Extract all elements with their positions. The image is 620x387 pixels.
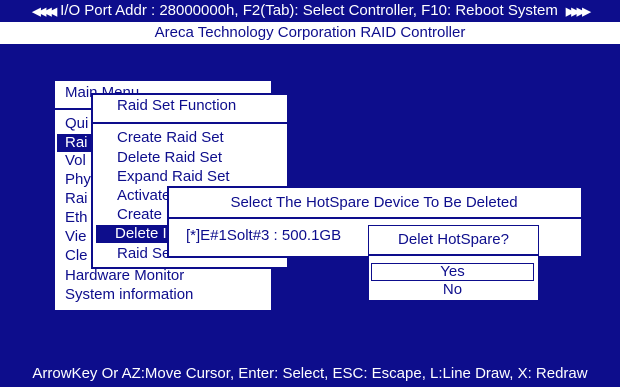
status-bar: ArrowKey Or AZ:Move Cursor, Enter: Selec… — [32, 365, 588, 382]
raid-set-function-divider — [93, 122, 287, 124]
menu-item-volume[interactable]: Vol — [65, 152, 86, 170]
raid-set-function-title: Raid Set Function — [117, 97, 237, 114]
menu-item-quick[interactable]: Qui — [65, 115, 88, 133]
header-bar: ◀◀◀◀ I/O Port Addr : 28000000h, F2(Tab): … — [0, 0, 620, 22]
function-delete-raid-set[interactable]: Delete Raid Set — [117, 149, 222, 167]
function-create-hotspare[interactable]: Create — [117, 206, 162, 224]
controller-title: Areca Technology Corporation RAID Contro… — [154, 24, 466, 41]
hotspare-dialog-title: Select The HotSpare Device To Be Deleted — [230, 194, 518, 211]
right-arrows-icon: ▶▶▶▶ — [565, 6, 591, 18]
confirm-dialog-title: Delet HotSpare? — [398, 231, 509, 248]
hotspare-device-label: [*]E#1Solt#3 : 500.1GB — [186, 227, 342, 244]
no-button[interactable]: No — [371, 282, 534, 297]
menu-item-view[interactable]: Vie — [65, 228, 86, 246]
menu-item-ethernet[interactable]: Eth — [65, 209, 88, 227]
confirm-dialog-divider — [369, 254, 538, 256]
menu-item-raid-system[interactable]: Rai — [65, 190, 88, 208]
yes-button[interactable]: Yes — [371, 263, 534, 281]
hotspare-dialog-divider — [169, 217, 581, 219]
function-create-raid-set[interactable]: Create Raid Set — [117, 129, 224, 147]
function-expand-raid-set[interactable]: Expand Raid Set — [117, 168, 230, 186]
function-activate[interactable]: Activate — [117, 187, 170, 205]
menu-item-clear[interactable]: Cle — [65, 247, 88, 265]
function-delete-hotspare[interactable]: Delete I — [96, 225, 175, 243]
menu-item-physical[interactable]: Phy — [65, 171, 91, 189]
bios-screen: ◀◀◀◀ I/O Port Addr : 28000000h, F2(Tab): … — [0, 0, 620, 387]
menu-item-hardware-monitor[interactable]: Hardware Monitor — [65, 267, 184, 285]
function-raid-set-info[interactable]: Raid Se — [117, 245, 170, 263]
menu-item-system-information[interactable]: System information — [65, 286, 193, 304]
left-arrows-icon: ◀◀◀◀ — [32, 6, 57, 18]
header-title: I/O Port Addr : 28000000h, F2(Tab): Sele… — [60, 2, 558, 19]
